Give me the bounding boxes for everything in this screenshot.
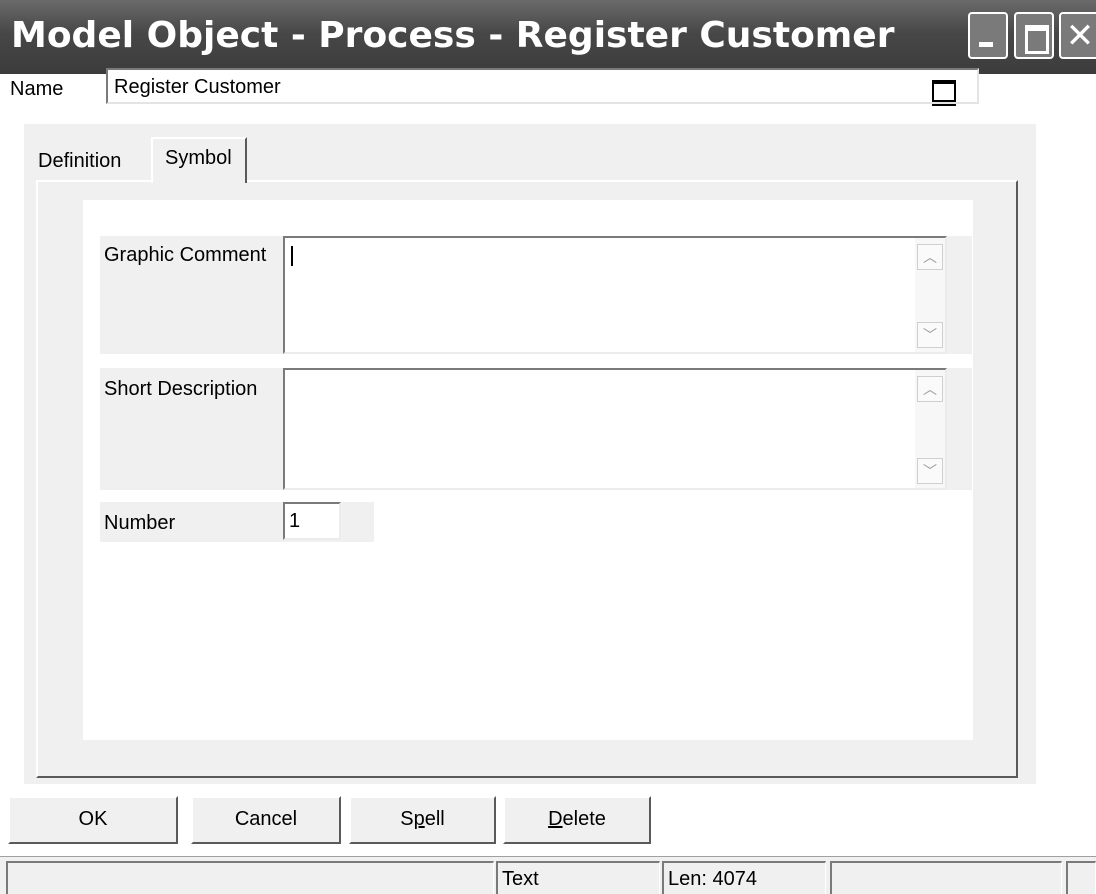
scroll-up-icon[interactable]: ︿ — [917, 376, 943, 402]
tab-symbol[interactable]: Symbol — [151, 137, 247, 183]
close-button[interactable]: ✕ — [1059, 12, 1096, 59]
short-description-label: Short Description — [104, 378, 258, 400]
number-field[interactable]: 1 — [283, 502, 341, 540]
maximize-button[interactable] — [1014, 12, 1054, 59]
delete-accelerator: D — [548, 808, 563, 830]
spell-label-start: S — [400, 808, 414, 830]
scroll-down-icon[interactable]: ﹀ — [917, 322, 943, 348]
status-cell-main — [6, 861, 494, 894]
tab-definition[interactable]: Definition — [38, 150, 121, 173]
status-length: Len: 4074 — [662, 861, 826, 894]
status-cell-end — [1066, 861, 1096, 894]
short-description-field[interactable]: ︿ ﹀ — [283, 368, 947, 490]
delete-label-end: elete — [562, 808, 606, 830]
maximize-icon — [1025, 25, 1049, 54]
status-bar: Text Len: 4074 — [0, 856, 1096, 894]
window-title: Model Object - Process - Register Custom… — [11, 15, 895, 56]
expand-icon[interactable] — [932, 80, 956, 106]
minimize-icon — [979, 42, 993, 47]
scroll-up-icon[interactable]: ︿ — [917, 244, 943, 270]
minimize-button[interactable] — [968, 12, 1008, 59]
close-icon: ✕ — [1065, 16, 1095, 55]
title-bar[interactable]: Model Object - Process - Register Custom… — [0, 0, 1096, 74]
status-mode: Text — [496, 861, 660, 894]
number-label: Number — [104, 512, 176, 534]
graphic-comment-field[interactable]: ︿ ﹀ — [283, 236, 947, 354]
spell-accelerator: p — [413, 808, 425, 830]
status-cell-extra — [830, 861, 1062, 894]
ok-button[interactable]: OK — [8, 796, 178, 844]
graphic-comment-label: Graphic Comment — [104, 244, 267, 266]
scroll-down-icon[interactable]: ﹀ — [917, 458, 943, 484]
delete-button[interactable]: Delete — [503, 796, 651, 844]
spell-button[interactable]: Spell — [349, 796, 496, 844]
text-caret — [291, 246, 293, 266]
name-input[interactable]: Register Customer — [106, 68, 979, 104]
name-label: Name — [10, 78, 64, 100]
dialog-window: Model Object - Process - Register Custom… — [0, 0, 1096, 894]
spell-label-end: ell — [424, 808, 445, 830]
cancel-button[interactable]: Cancel — [191, 796, 341, 844]
